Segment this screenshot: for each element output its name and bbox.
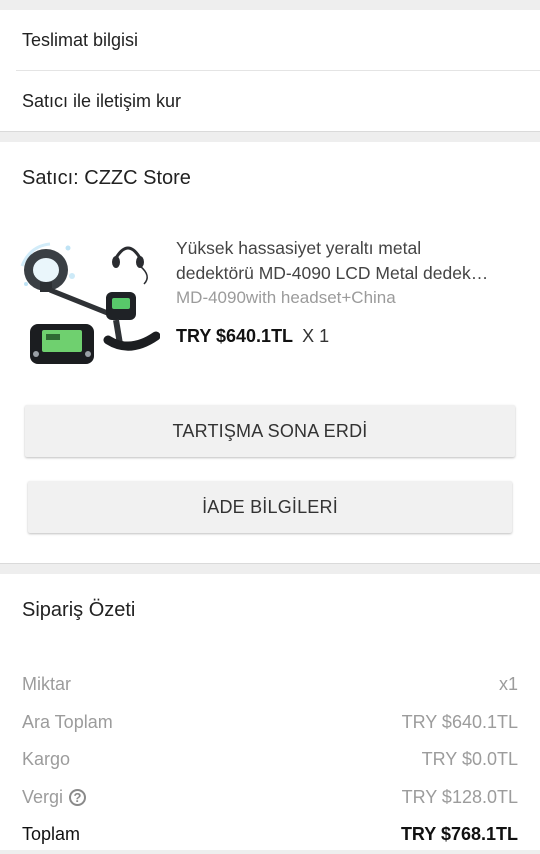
summary-row-quantity: Miktar x1	[22, 666, 518, 704]
discussion-ended-button[interactable]: TARTIŞMA SONA ERDİ	[25, 405, 515, 457]
metal-detector-image	[20, 236, 161, 376]
summary-value: TRY $0.0TL	[421, 749, 518, 770]
product-item[interactable]: Yüksek hassasiyet yeraltı metal dedektör…	[20, 236, 520, 376]
product-price-row: TRY $640.1TL X 1	[176, 326, 520, 347]
product-price: TRY $640.1TL	[176, 326, 294, 346]
summary-label: Ara Toplam	[22, 711, 113, 732]
summary-row-total: Toplam TRY $768.1TL	[22, 816, 518, 854]
summary-row-tax: Vergi ? TRY $128.0TL	[22, 779, 518, 817]
help-circle-icon[interactable]: ?	[69, 788, 87, 806]
product-info: Yüksek hassasiyet yeraltı metal dedektör…	[176, 236, 520, 347]
section-gap	[0, 563, 540, 574]
summary-label: Vergi	[22, 786, 64, 807]
product-quantity: X 1	[302, 326, 330, 346]
delivery-info-link[interactable]: Teslimat bilgisi	[0, 10, 540, 70]
refund-info-button[interactable]: İADE BİLGİLERİ	[28, 481, 512, 533]
delivery-info-label: Teslimat bilgisi	[22, 29, 139, 50]
summary-value: TRY $128.0TL	[401, 786, 518, 807]
seller-order-card: Satıcı: CZZC Store Yüksek hassasiyet yer…	[0, 142, 540, 563]
summary-total-value: TRY $768.1TL	[400, 824, 518, 845]
order-summary-rows: Miktar x1 Ara Toplam TRY $640.1TL Kargo …	[22, 666, 518, 854]
product-title-line-2: dedektörü MD-4090 LCD Metal dedek…	[176, 263, 489, 283]
contact-seller-link[interactable]: Satıcı ile iletişim kur	[0, 71, 540, 131]
summary-row-subtotal: Ara Toplam TRY $640.1TL	[22, 704, 518, 742]
seller-name[interactable]: Satıcı: CZZC Store	[22, 167, 191, 190]
product-title-line-1: Yüksek hassasiyet yeraltı metal	[176, 238, 422, 258]
contact-seller-label: Satıcı ile iletişim kur	[22, 90, 182, 111]
summary-value: x1	[498, 674, 518, 695]
summary-label: Kargo	[22, 749, 71, 770]
summary-row-shipping: Kargo TRY $0.0TL	[22, 741, 518, 779]
product-title[interactable]: Yüksek hassasiyet yeraltı metal dedektör…	[176, 236, 520, 286]
summary-value: TRY $640.1TL	[401, 711, 518, 732]
summary-label: Toplam	[22, 824, 81, 845]
top-strip	[0, 0, 540, 10]
product-variant: MD-4090with headset+China	[176, 288, 396, 307]
summary-label: Miktar	[22, 674, 71, 695]
order-summary-card: Sipariş Özeti Miktar x1 Ara Toplam TRY $…	[0, 574, 540, 850]
info-links-card: Teslimat bilgisi Satıcı ile iletişim kur	[0, 10, 540, 131]
section-gap	[0, 131, 540, 142]
order-summary-title: Sipariş Özeti	[22, 599, 136, 621]
product-image[interactable]	[20, 236, 161, 376]
summary-label-tax: Vergi ?	[22, 786, 87, 808]
